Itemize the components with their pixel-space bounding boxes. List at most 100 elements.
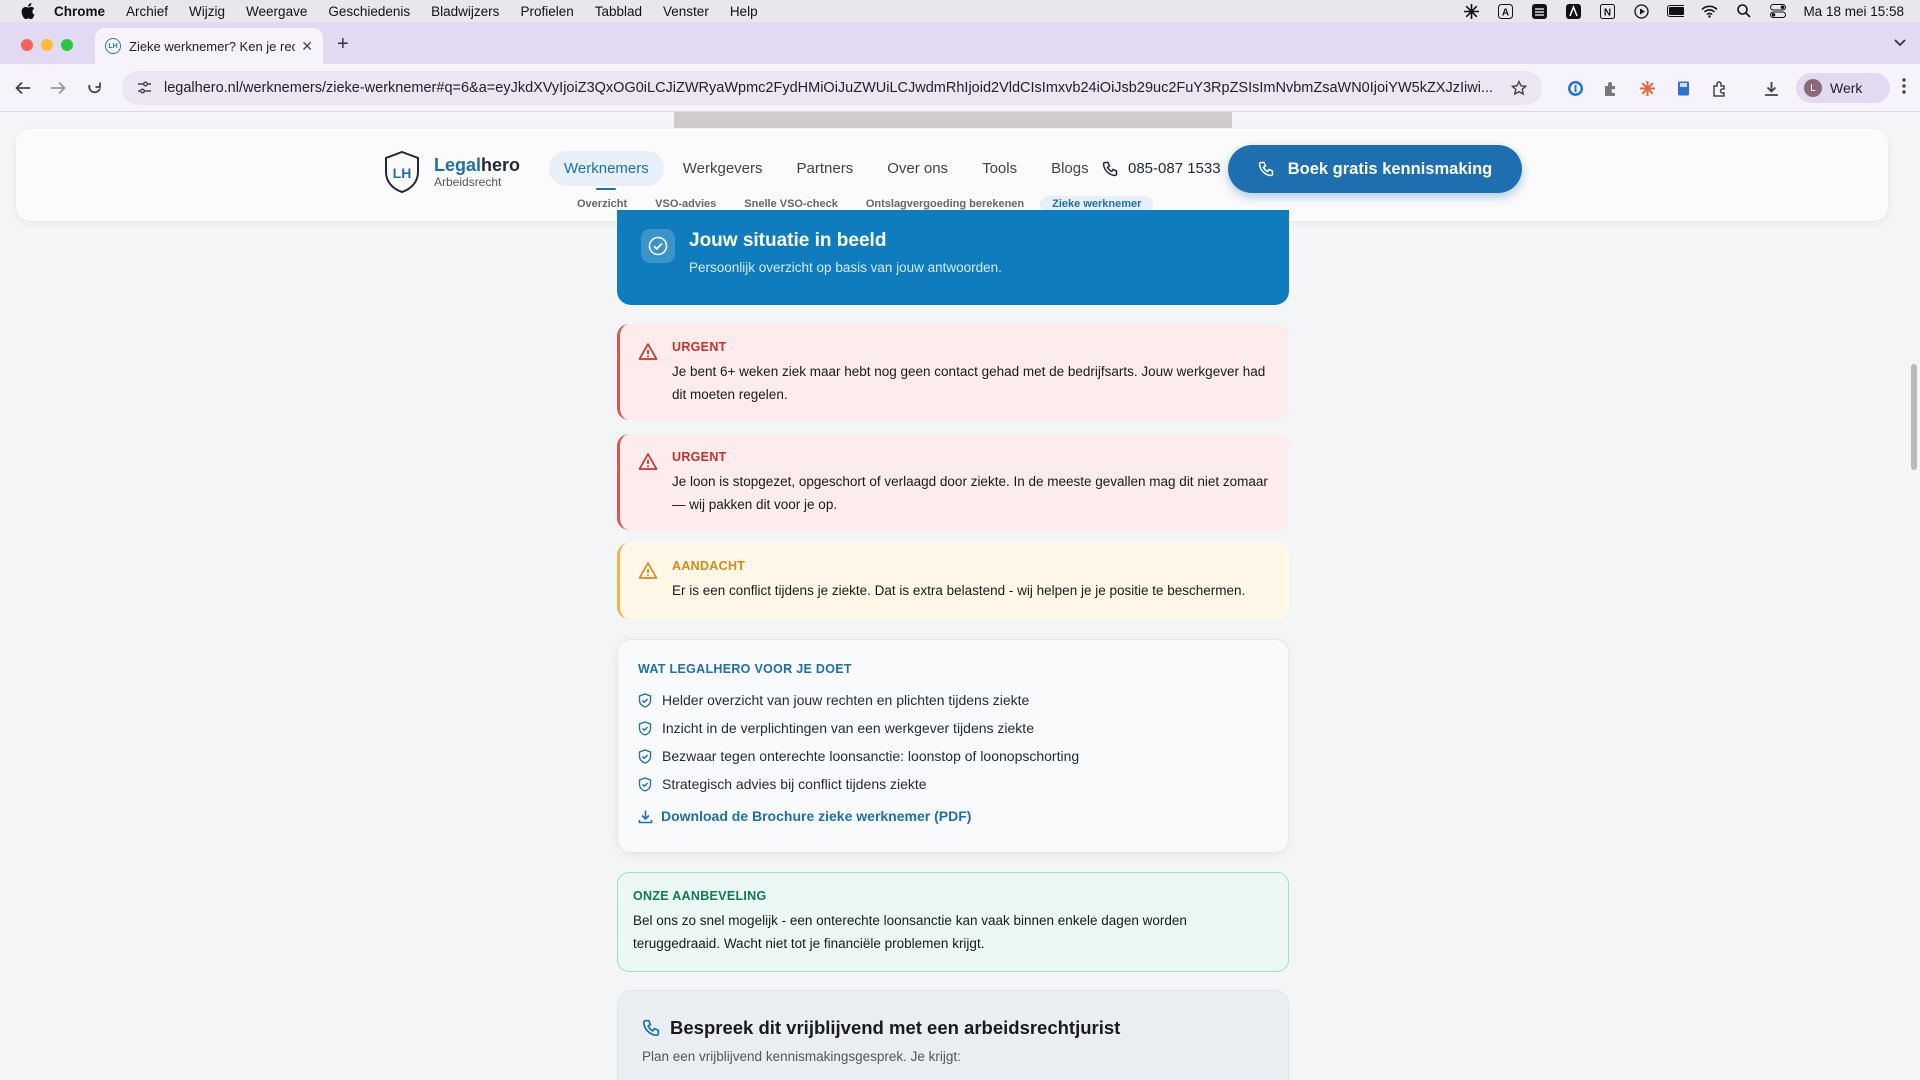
alert-text: Er is een conflict tijdens je ziekte. Da… [672,583,1246,598]
brand-part-hero: hero [481,155,521,175]
situation-hero: Jouw situatie in beeld Persoonlijk overz… [617,210,1289,305]
book-meeting-button[interactable]: Boek gratis kennismaking [1228,145,1522,193]
service-item: Helder overzicht van jouw rechten en pli… [638,686,1268,714]
back-arrow-icon[interactable] [13,78,33,98]
hero-title: Jouw situatie in beeld [689,230,887,251]
download-label: Download de Brochure zieke werknemer (PD… [661,808,972,824]
shield-check-icon [638,692,652,708]
service-item-text: Inzicht in de verplichtingen van een wer… [662,720,1034,736]
nav-werknemers[interactable]: Werknemers [549,151,664,190]
close-tab-icon[interactable]: ✕ [301,38,313,55]
scrollbar-thumb[interactable] [1911,364,1917,470]
menu-help[interactable]: Help [730,4,758,19]
contact-card: Bespreek dit vrijblijvend met een arbeid… [617,990,1289,1080]
new-tab-plus-icon[interactable]: + [337,33,349,56]
nav-tools[interactable]: Tools [967,151,1032,186]
browser-toolbar: legalhero.nl/werknemers/zieke-werknemer#… [0,64,1920,112]
brand-part-legal: Legal [434,155,482,175]
wifi-icon[interactable] [1701,4,1719,18]
contact-title-row: Bespreek dit vrijblijvend met een arbeid… [642,1017,1264,1039]
svg-text:LH: LH [393,165,412,181]
menu-venster[interactable]: Venster [663,4,709,19]
legalhero-logo[interactable]: LH Legalhero Arbeidsrecht [384,151,520,193]
tab-search-chevron-icon[interactable] [1894,36,1906,50]
services-title: WAT LEGALHERO VOOR JE DOET [638,662,852,676]
alert-label: URGENT [672,340,727,354]
shield-logo-icon: LH [385,151,419,193]
search-icon[interactable] [1735,4,1752,18]
puzzle-extension-icon[interactable] [1601,79,1619,97]
blue-book-icon[interactable] [1674,79,1692,97]
menu-bladwijzers[interactable]: Bladwijzers [431,4,499,19]
web-page: LH Legalhero Arbeidsrecht Werknemers Wer… [0,112,1908,1080]
nav-partners[interactable]: Partners [782,151,869,186]
site-navigation: LH Legalhero Arbeidsrecht Werknemers Wer… [16,129,1888,221]
alert-text: Je loon is stopgezet, opgeschort of verl… [672,474,1268,512]
triangle-a-status-icon[interactable] [1565,3,1582,19]
apple-icon[interactable] [20,3,36,19]
extensions-puzzle-icon[interactable] [1710,79,1728,97]
macos-menubar: Chrome Archief Wijzig Weergave Geschiede… [0,0,1920,22]
menu-weergave[interactable]: Weergave [246,4,307,19]
alert-label: URGENT [672,450,727,464]
alert-text: Je bent 6+ weken ziek maar hebt nog geen… [672,364,1266,402]
warning-triangle-icon [638,562,658,579]
browser-tab-active[interactable]: LH Zieke werknemer? Ken je rech ✕ [95,28,323,64]
url-text[interactable]: legalhero.nl/werknemers/zieke-werknemer#… [164,80,1508,96]
phone-icon [1102,161,1118,176]
nav-werkgevers[interactable]: Werkgevers [668,151,778,186]
download-brochure-link[interactable]: Download de Brochure zieke werknemer (PD… [638,808,1268,824]
menu-geschiedenis[interactable]: Geschiedenis [328,4,410,19]
close-window-button[interactable] [21,39,33,51]
address-bar[interactable]: legalhero.nl/werknemers/zieke-werknemer#… [122,71,1542,105]
brand-subtitle: Arbeidsrecht [434,175,502,189]
menu-app-name[interactable]: Chrome [54,4,105,19]
nav-blogs[interactable]: Blogs [1036,151,1104,186]
check-circle-icon [641,229,675,263]
legalhero-favicon-icon: LH [105,38,121,54]
service-item: Inzicht in de verplichtingen van een wer… [638,714,1268,742]
nav-over-ons[interactable]: Over ons [872,151,963,186]
letter-a-status-icon[interactable]: A [1497,3,1514,19]
main-nav-links: Werknemers Werkgevers Partners Over ons … [549,151,1108,190]
menu-tabblad[interactable]: Tabblad [595,4,642,19]
menu-archief[interactable]: Archief [126,4,168,19]
download-icon [638,810,653,823]
service-item: Bezwaar tegen onterechte loonsanctie: lo… [638,742,1268,770]
service-item-text: Helder overzicht van jouw rechten en pli… [662,692,1030,708]
forward-arrow-icon[interactable] [48,78,68,98]
stack-status-icon[interactable] [1531,3,1548,19]
services-card: WAT LEGALHERO VOOR JE DOET Helder overzi… [617,639,1289,853]
phone-link[interactable]: 085-087 1533 [1102,160,1221,177]
notion-icon[interactable]: N [1599,3,1616,19]
chrome-menu-kebab-icon[interactable] [1902,78,1906,99]
menu-wijzig[interactable]: Wijzig [189,4,225,19]
site-info-icon[interactable] [136,80,152,96]
phone-number: 085-087 1533 [1128,160,1221,177]
password-manager-icon[interactable] [1566,79,1584,97]
bookmark-star-icon[interactable] [1508,80,1530,96]
battery-icon[interactable] [1667,4,1685,18]
orange-asterisk-icon[interactable] [1638,79,1656,97]
alert-urgent-bedrijfsarts: URGENT Je bent 6+ weken ziek maar hebt n… [617,324,1289,420]
menu-profielen[interactable]: Profielen [520,4,573,19]
reload-icon[interactable] [84,78,104,98]
warning-triangle-icon [638,453,658,470]
zoom-window-button[interactable] [61,39,73,51]
tab-title: Zieke werknemer? Ken je rech [129,38,296,54]
brand-name: Legalhero [434,155,520,175]
control-center-icon[interactable] [1769,4,1786,18]
shield-check-icon [638,748,652,764]
page-scrollbar[interactable] [1908,112,1920,1080]
svg-text:N: N [1604,7,1611,18]
shield-check-icon [638,776,652,792]
phone-icon [642,1019,660,1037]
contact-title: Bespreek dit vrijblijvend met een arbeid… [670,1017,1121,1038]
minimize-window-button[interactable] [41,39,53,51]
profile-button[interactable]: L Werk [1796,73,1890,103]
menubar-clock[interactable]: Ma 18 mei 15:58 [1803,4,1904,19]
svg-text:A: A [1502,7,1509,18]
play-icon[interactable] [1633,3,1650,19]
downloads-icon[interactable] [1762,79,1780,97]
sparkle-status-icon[interactable] [1463,3,1480,19]
